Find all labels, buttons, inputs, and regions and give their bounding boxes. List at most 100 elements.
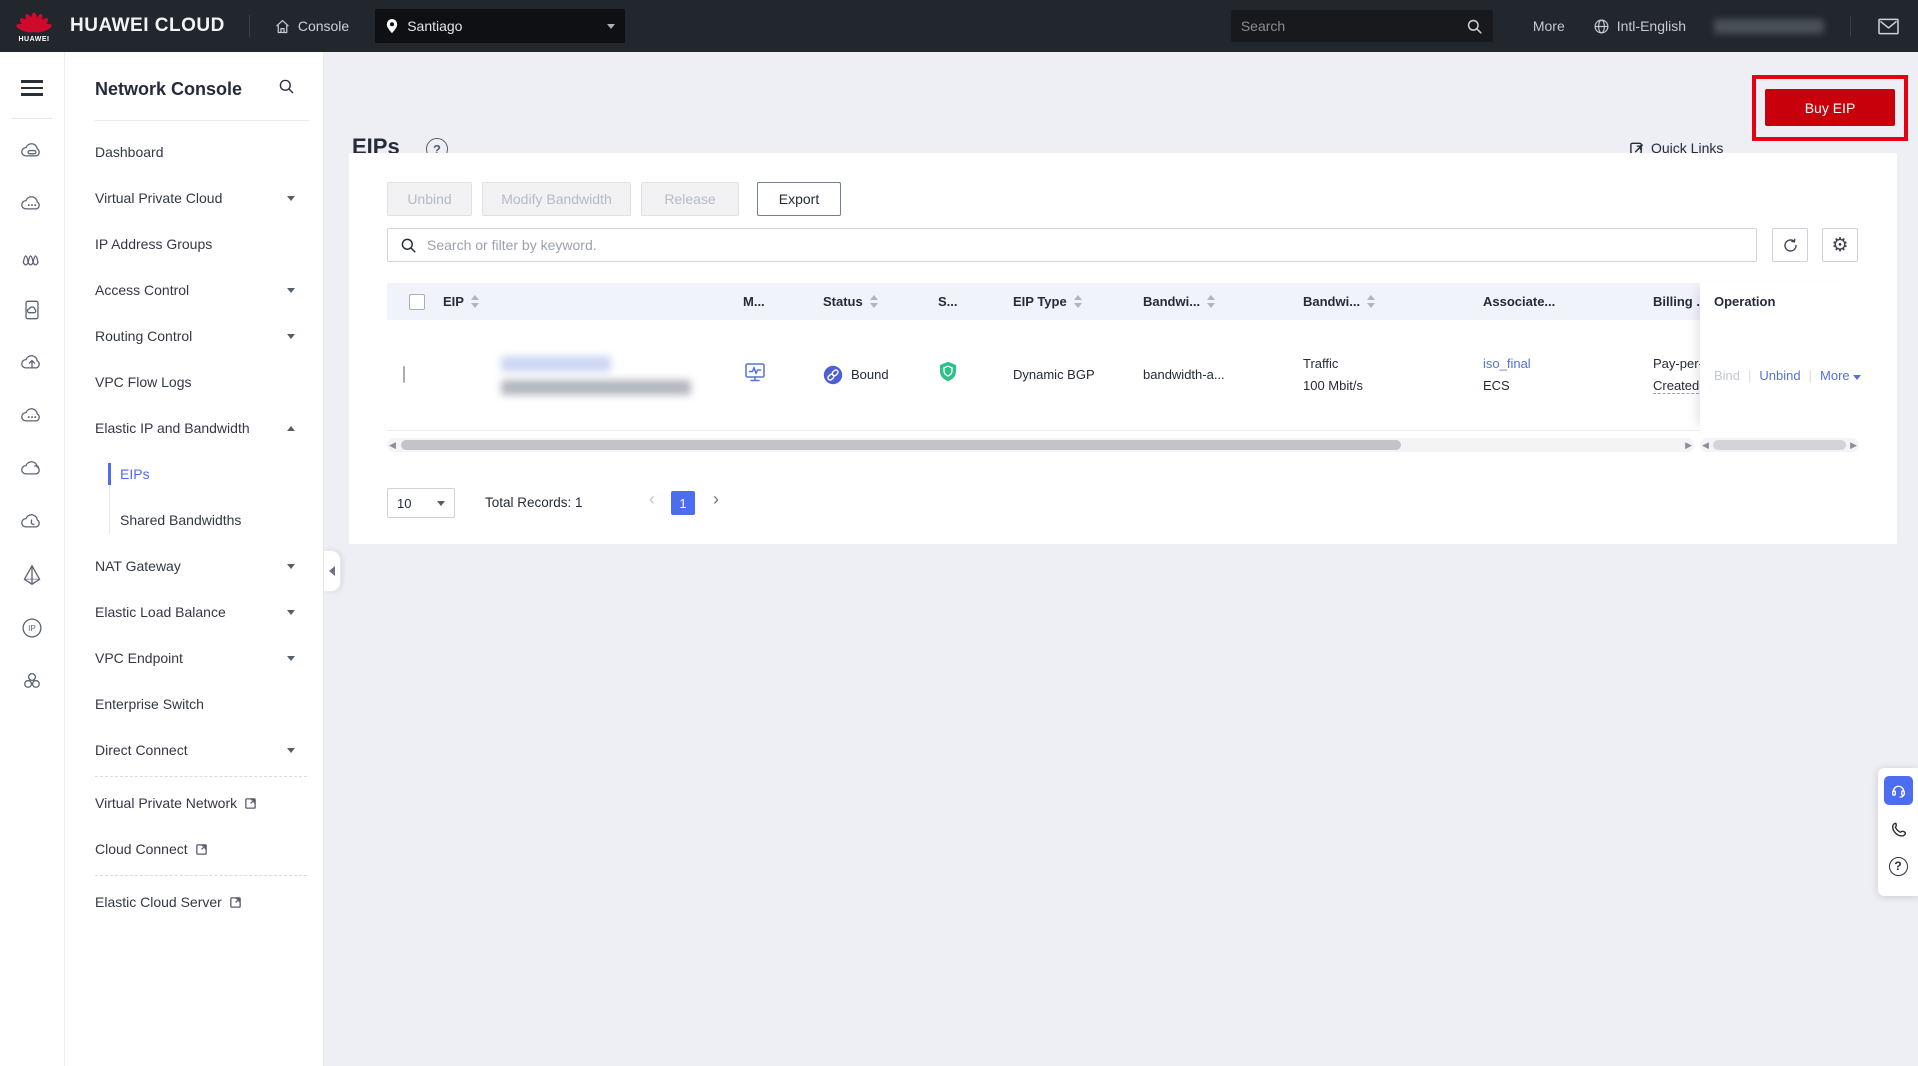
sidebar-item-cloud-connect[interactable]: Cloud Connect — [65, 826, 323, 872]
previous-page-button[interactable]: ‹ — [649, 489, 655, 510]
cloud-server-icon[interactable] — [19, 138, 45, 164]
global-search-box[interactable] — [1231, 10, 1493, 42]
column-header-eip-type[interactable]: EIP Type — [1001, 294, 1131, 309]
page-size-select[interactable]: 10 — [387, 488, 455, 518]
device-cloud-icon[interactable] — [19, 297, 45, 323]
scroll-right-arrow[interactable]: ▶ — [1850, 439, 1857, 451]
sidebar-search-icon[interactable] — [278, 78, 295, 100]
prism-icon[interactable] — [19, 562, 45, 588]
account-name-redacted[interactable] — [1714, 19, 1824, 34]
total-records-label: Total Records: 1 — [485, 495, 583, 510]
more-actions[interactable]: More — [1820, 368, 1861, 383]
sidebar-item-ip-address-groups[interactable]: IP Address Groups — [65, 221, 323, 267]
external-link-icon — [229, 896, 242, 909]
sidebar-collapse-handle[interactable] — [324, 550, 341, 592]
support-button[interactable] — [1884, 776, 1913, 805]
scrollbar-thumb[interactable] — [1713, 440, 1846, 450]
sidebar-item-elastic-cloud-server[interactable]: Elastic Cloud Server — [65, 879, 323, 925]
scroll-right-arrow[interactable]: ▶ — [1685, 439, 1692, 451]
cloud-dots-icon[interactable] — [19, 191, 45, 217]
scroll-left-arrow[interactable]: ◀ — [1702, 439, 1709, 451]
modify-bandwidth-button[interactable]: Modify Bandwidth — [482, 182, 631, 216]
unbind-button[interactable]: Unbind — [387, 182, 472, 216]
monitoring-cell[interactable] — [731, 361, 811, 390]
sidebar-item-virtual-private-network[interactable]: Virtual Private Network — [65, 780, 323, 826]
sidebar-divider — [95, 120, 309, 121]
table-settings-button[interactable]: ⚙ — [1822, 228, 1858, 262]
sidebar-item-shared-bandwidths[interactable]: Shared Bandwidths — [65, 497, 323, 543]
billing-created[interactable]: Created — [1653, 378, 1699, 394]
sidebar-item-elastic-ip-and-bandwidth[interactable]: Elastic IP and Bandwidth — [65, 405, 323, 451]
chevron-up-icon — [287, 426, 295, 431]
fixed-column-scrollbar[interactable]: ◀ ▶ — [1700, 438, 1859, 452]
associated-instance-link[interactable]: iso_final — [1483, 353, 1641, 375]
chevron-down-icon — [437, 501, 445, 506]
status-cell: Bound — [811, 364, 926, 386]
sidebar-item-virtual-private-cloud[interactable]: Virtual Private Cloud — [65, 175, 323, 221]
column-header-bandwidth-details[interactable]: Bandwi... — [1291, 294, 1471, 309]
action-separator: | — [1748, 368, 1751, 383]
more-menu[interactable]: More — [1533, 18, 1565, 34]
hamburger-menu-icon[interactable] — [15, 70, 49, 106]
sidebar-item-direct-connect[interactable]: Direct Connect — [65, 727, 323, 773]
cloud-clock-icon[interactable] — [19, 509, 45, 535]
bandwidth-name-cell: bandwidth-a... — [1131, 364, 1291, 386]
cloud-icon[interactable] — [19, 456, 45, 482]
mail-icon[interactable] — [1877, 17, 1900, 36]
phone-icon — [1889, 820, 1908, 839]
bind-action[interactable]: Bind — [1714, 368, 1740, 383]
current-page-button[interactable]: 1 — [671, 491, 695, 515]
sidebar-item-dashboard[interactable]: Dashboard — [65, 129, 323, 175]
cloud-dots-icon[interactable] — [19, 403, 45, 429]
table-filter-box[interactable] — [387, 228, 1757, 262]
column-header-status[interactable]: Status — [811, 294, 926, 309]
table-filter-input[interactable] — [427, 237, 1744, 253]
sidebar-item-eips[interactable]: EIPs — [65, 451, 323, 497]
region-selector[interactable]: Santiago — [375, 9, 625, 43]
unbind-action[interactable]: Unbind — [1759, 368, 1800, 383]
help-button[interactable]: ? — [1885, 853, 1911, 879]
headset-icon — [1890, 782, 1907, 799]
bound-link-icon — [823, 365, 843, 385]
chevron-down-icon — [1853, 375, 1861, 380]
sidebar-item-enterprise-switch[interactable]: Enterprise Switch — [65, 681, 323, 727]
global-search-input[interactable] — [1241, 18, 1466, 34]
console-home-link[interactable]: Console — [274, 18, 349, 35]
waves-icon[interactable] — [19, 244, 45, 270]
search-icon[interactable] — [1466, 18, 1483, 35]
column-header-bandwidth-name[interactable]: Bandwi... — [1131, 294, 1291, 309]
header-right-group: More Intl-English — [1231, 10, 1900, 42]
export-button[interactable]: Export — [757, 182, 841, 216]
buy-eip-button[interactable]: Buy EIP — [1765, 89, 1895, 126]
home-icon — [274, 18, 291, 35]
refresh-button[interactable] — [1772, 228, 1808, 262]
sidebar-item-access-control[interactable]: Access Control — [65, 267, 323, 313]
sidebar-item-vpc-endpoint[interactable]: VPC Endpoint — [65, 635, 323, 681]
row-checkbox[interactable] — [403, 366, 405, 383]
ip-circle-icon[interactable]: IP — [19, 615, 45, 641]
floating-support-toolbar: ? — [1878, 768, 1918, 896]
select-all-checkbox[interactable] — [409, 294, 425, 310]
sidebar-item-nat-gateway[interactable]: NAT Gateway — [65, 543, 323, 589]
release-button[interactable]: Release — [641, 182, 739, 216]
language-selector[interactable]: Intl-English — [1593, 18, 1686, 35]
horizontal-scrollbar[interactable]: ◀ ▶ — [387, 438, 1694, 452]
phone-button[interactable] — [1885, 816, 1911, 842]
huawei-cloud-console: HUAWEI HUAWEI CLOUD Console Santiago — [0, 0, 1918, 1066]
chevron-down-icon — [287, 656, 295, 661]
huawei-logo[interactable]: HUAWEI — [12, 9, 56, 43]
sidebar-item-routing-control[interactable]: Routing Control — [65, 313, 323, 359]
monitor-chart-icon — [743, 361, 767, 383]
scroll-left-arrow[interactable]: ◀ — [389, 439, 396, 451]
cluster-icon[interactable] — [19, 668, 45, 694]
column-header-eip[interactable]: EIP — [431, 294, 731, 309]
region-name: Santiago — [407, 18, 462, 34]
cloud-upload-icon[interactable] — [19, 350, 45, 376]
chevron-down-icon — [607, 24, 615, 29]
gear-icon: ⚙ — [1831, 236, 1848, 255]
scrollbar-thumb[interactable] — [401, 440, 1401, 450]
external-link-icon — [244, 797, 257, 810]
sidebar-item-vpc-flow-logs[interactable]: VPC Flow Logs — [65, 359, 323, 405]
next-page-button[interactable]: › — [713, 489, 719, 510]
sidebar-item-elastic-load-balance[interactable]: Elastic Load Balance — [65, 589, 323, 635]
